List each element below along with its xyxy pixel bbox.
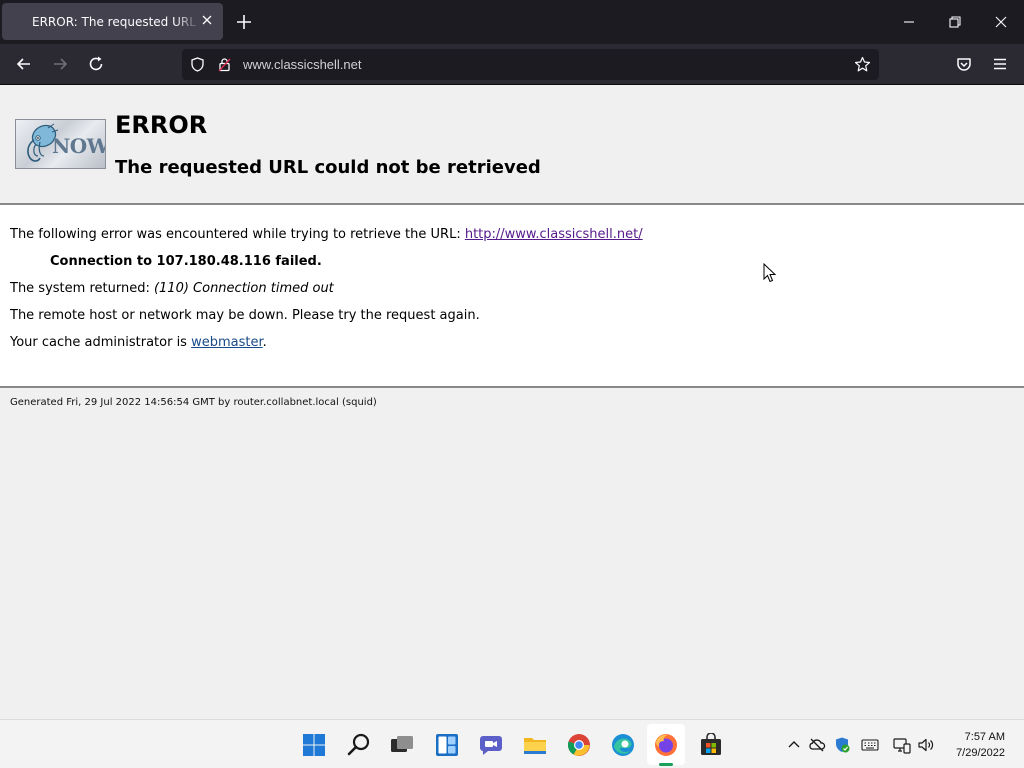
- store-icon[interactable]: [699, 733, 723, 757]
- system-returned-detail: (110) Connection timed out: [153, 281, 334, 296]
- shield-icon[interactable]: [189, 56, 206, 73]
- page-title: ERROR: [115, 111, 208, 139]
- keyboard-icon[interactable]: [861, 736, 879, 754]
- retry-message: The remote host or network may be down. …: [10, 308, 480, 323]
- logo-text: NOW: [52, 134, 106, 158]
- security-shield-icon[interactable]: [833, 736, 851, 754]
- file-explorer-icon[interactable]: [523, 733, 547, 757]
- cache-admin-suffix: .: [262, 335, 267, 350]
- address-bar[interactable]: www.classicshell.net: [182, 49, 879, 80]
- navigation-bar: www.classicshell.net: [0, 44, 1024, 85]
- cache-admin-prefix: Your cache administrator is: [10, 335, 192, 350]
- clock-date: 7/29/2022: [956, 747, 1005, 759]
- error-url-prefix: The following error was encountered whil…: [10, 227, 465, 242]
- browser-tab[interactable]: ERROR: The requested URL could not be re…: [2, 3, 223, 40]
- system-returned-prefix: The system returned:: [10, 281, 154, 296]
- windows-start-icon[interactable]: [302, 733, 326, 757]
- tab-bar: ERROR: The requested URL could not be re…: [0, 0, 1024, 44]
- bottom-divider: [0, 386, 1024, 388]
- system-clock[interactable]: 7:57 AM 7/29/2022: [956, 729, 1005, 761]
- webmaster-link[interactable]: webmaster: [191, 335, 263, 350]
- error-url-line: The following error was encountered whil…: [10, 227, 643, 242]
- firefox-icon[interactable]: [654, 733, 678, 757]
- tab-title: ERROR: The requested URL could not be re…: [32, 15, 200, 29]
- squid-logo: NOW: [15, 119, 106, 169]
- minimize-icon[interactable]: [899, 12, 919, 32]
- error-details: The following error was encountered whil…: [0, 205, 1024, 387]
- task-view-icon[interactable]: [390, 733, 414, 757]
- system-returned-line: The system returned: (110) Connection ti…: [10, 281, 334, 296]
- back-icon[interactable]: [14, 54, 34, 74]
- requested-url-link[interactable]: http://www.classicshell.net/: [465, 227, 643, 242]
- url-text: www.classicshell.net: [243, 57, 362, 72]
- page-subtitle: The requested URL could not be retrieved: [115, 157, 541, 178]
- chrome-icon[interactable]: [567, 733, 591, 757]
- edge-icon[interactable]: [611, 733, 635, 757]
- generated-footer: Generated Fri, 29 Jul 2022 14:56:54 GMT …: [10, 397, 377, 408]
- volume-icon[interactable]: [917, 736, 935, 754]
- bookmark-star-icon[interactable]: [854, 56, 871, 73]
- new-tab-icon[interactable]: [234, 12, 254, 32]
- search-icon[interactable]: [347, 733, 371, 757]
- menu-icon[interactable]: [990, 54, 1010, 74]
- network-icon[interactable]: [893, 736, 911, 754]
- mouse-cursor-icon: [763, 263, 777, 283]
- chat-icon[interactable]: [479, 733, 503, 757]
- chevron-up-icon[interactable]: [785, 736, 803, 754]
- restore-icon[interactable]: [945, 12, 965, 32]
- close-tab-icon[interactable]: [199, 12, 215, 28]
- connection-failed-message: Connection to 107.180.48.116 failed.: [50, 254, 322, 269]
- taskbar: 7:57 AM 7/29/2022: [0, 719, 1024, 768]
- pocket-icon[interactable]: [954, 54, 974, 74]
- widgets-icon[interactable]: [435, 733, 459, 757]
- forward-icon[interactable]: [50, 54, 70, 74]
- close-window-icon[interactable]: [991, 12, 1011, 32]
- cache-admin-line: Your cache administrator is webmaster.: [10, 335, 267, 350]
- error-page: NOW ERROR The requested URL could not be…: [0, 85, 1024, 719]
- onedrive-offline-icon[interactable]: [808, 736, 826, 754]
- lock-icon[interactable]: [216, 56, 233, 73]
- clock-time: 7:57 AM: [964, 731, 1005, 743]
- reload-icon[interactable]: [86, 54, 106, 74]
- firefox-running-indicator: [659, 763, 673, 766]
